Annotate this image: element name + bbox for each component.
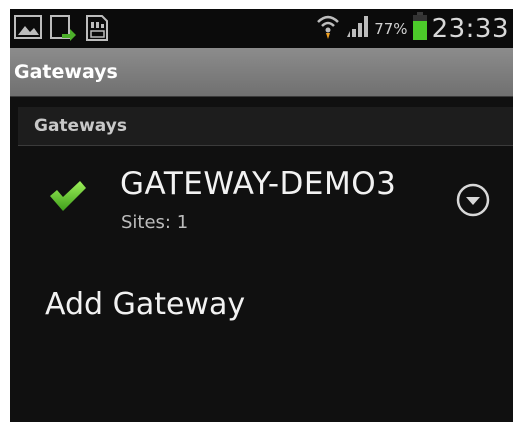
action-bar: Gateways [10,48,513,97]
page-title: Gateways [14,61,118,83]
phone-screen: 77% 23:33 Gateways Gateways GATEWAY-DEMO… [10,9,513,422]
gateway-list-item[interactable]: GATEWAY-DEMO3 Sites: 1 [10,157,513,247]
gateway-name: GATEWAY-DEMO3 [120,166,397,202]
content-area: Gateways GATEWAY-DEMO3 Sites: 1 Add Gate… [10,97,513,422]
section-header: Gateways [18,107,513,146]
status-bar: 77% 23:33 [10,9,513,48]
battery-icon [412,11,428,46]
checkmark-icon [48,179,88,218]
signal-icon [344,13,370,44]
status-clock: 23:33 [431,13,509,44]
gallery-icon [14,14,42,47]
battery-percent: 77% [374,19,408,38]
notification-icons [14,14,110,47]
add-gateway-button[interactable]: Add Gateway [45,287,245,322]
gateway-sites: Sites: 1 [121,212,189,233]
wifi-icon [316,12,340,45]
system-status: 77% 23:33 [316,9,509,48]
sync-icon [48,14,78,47]
section-header-label: Gateways [34,116,127,136]
sd-card-icon [84,14,110,47]
chevron-down-icon[interactable] [456,183,490,217]
